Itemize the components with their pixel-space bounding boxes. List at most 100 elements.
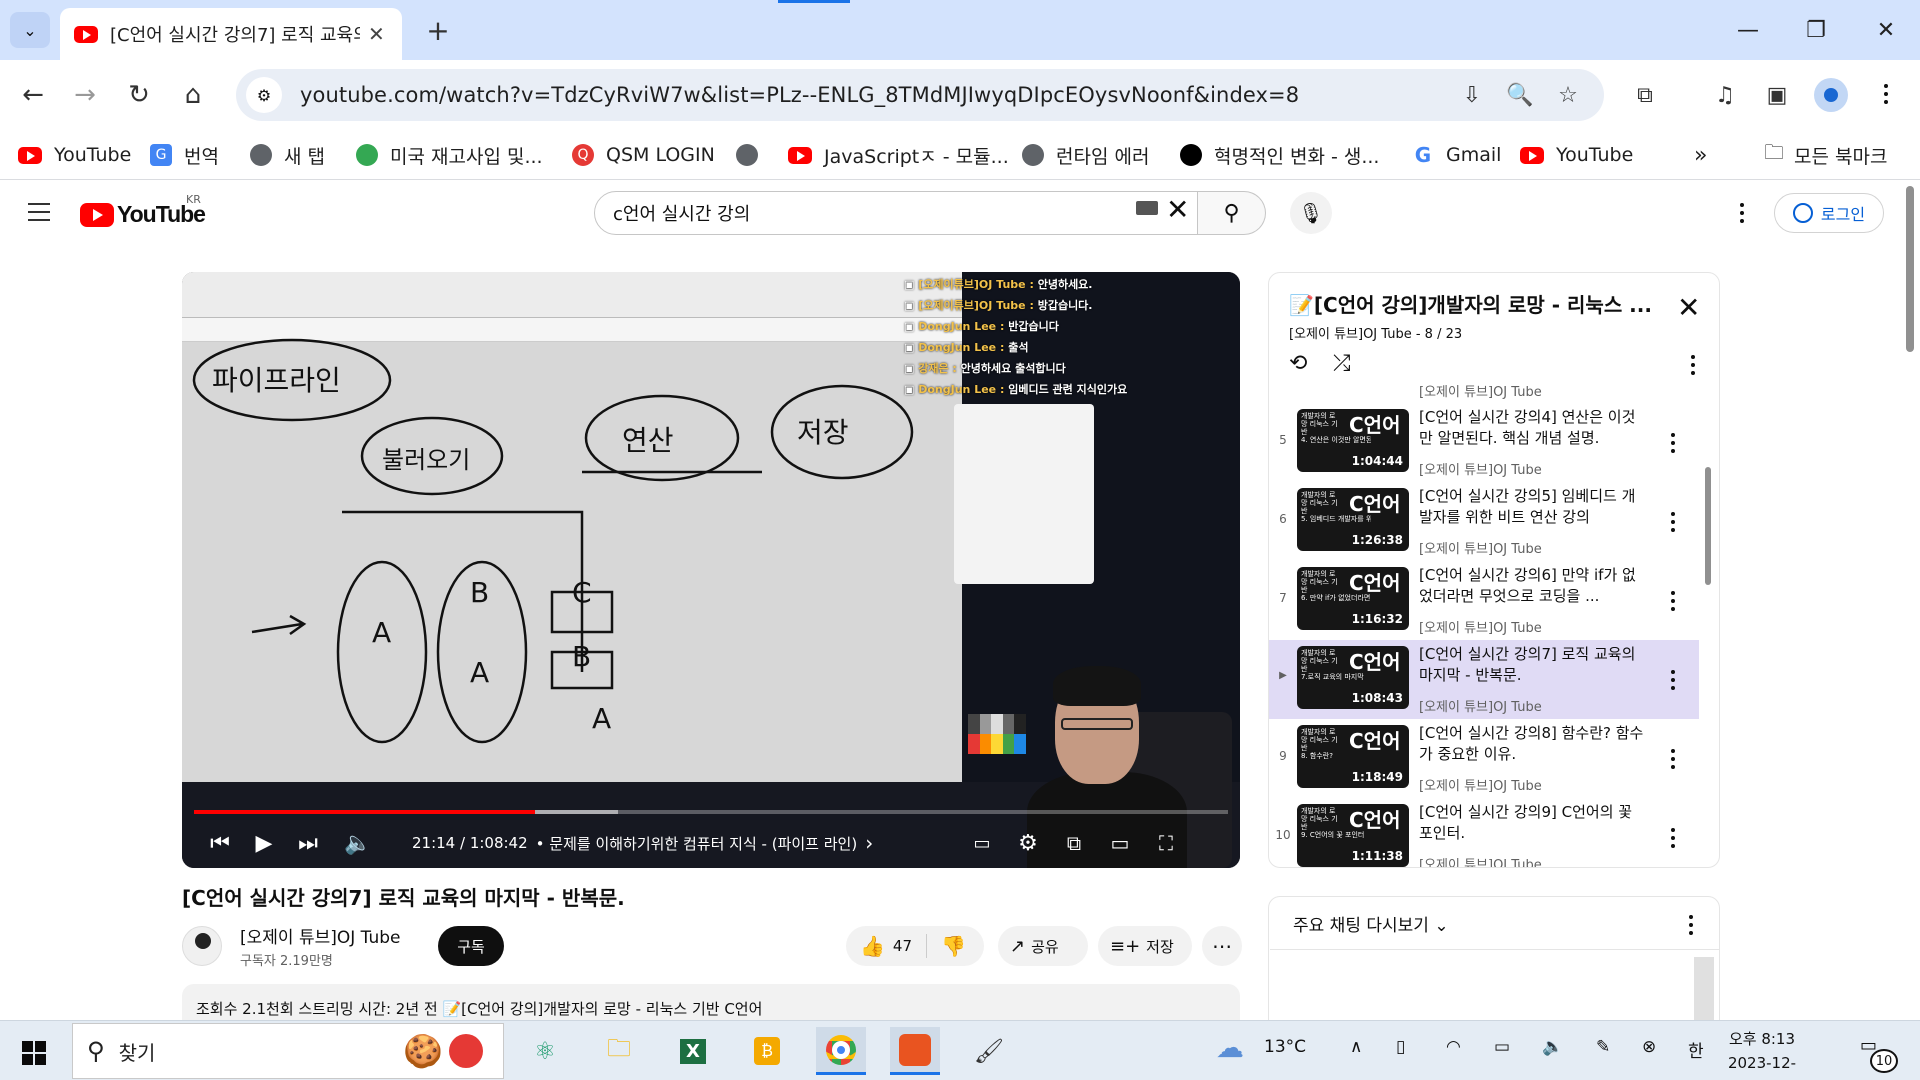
chrome-icon[interactable] — [816, 1027, 866, 1075]
zoom-icon[interactable]: 🔍 — [1502, 77, 1538, 113]
bookmark-globe[interactable] — [736, 130, 770, 180]
tray-chevron-icon[interactable]: ∧ — [1350, 1037, 1362, 1057]
address-bar[interactable]: ⚙ youtube.com/watch?v=TdzCyRviW7w&list=P… — [236, 69, 1604, 121]
install-app-icon[interactable]: ⇩ — [1454, 77, 1490, 113]
item-menu-icon[interactable] — [1661, 826, 1685, 850]
keyboard-icon[interactable] — [1136, 201, 1158, 215]
active-tab[interactable]: [C언어 실시간 강의7] 로직 교육의 마지막 ✕ — [60, 8, 402, 60]
playlist-item-current[interactable]: ▶ 개발자의 로망 리눅스 기반 C언어 7.로직 교육의 마지막 1:08:43 … — [1269, 640, 1699, 719]
paint-app-icon[interactable]: 🖌 — [964, 1027, 1014, 1075]
notes-app-icon[interactable]: ₿ — [742, 1027, 792, 1075]
blocked-icon[interactable]: ⊗ — [1642, 1037, 1656, 1057]
wifi-icon[interactable]: ◠ — [1446, 1037, 1461, 1057]
item-menu-icon[interactable] — [1661, 431, 1685, 455]
page-scrollbar[interactable] — [1906, 186, 1914, 352]
item-menu-icon[interactable] — [1661, 589, 1685, 613]
playlist-item[interactable]: 6 개발자의 로망 리눅스 기반 C언어 5. 임베디드 개발자를 위한 1:26:… — [1269, 482, 1699, 561]
play-button[interactable]: ▶ — [248, 826, 280, 860]
bookmark-star-icon[interactable]: ☆ — [1550, 77, 1586, 113]
bookmark-qsm-login[interactable]: Q QSM LOGIN — [572, 130, 715, 180]
file-explorer-icon[interactable]: 🗀 — [594, 1027, 644, 1075]
item-menu-icon[interactable] — [1661, 747, 1685, 771]
pen-icon[interactable]: ✎ — [1596, 1037, 1610, 1057]
more-bookmarks-button[interactable]: » — [1694, 130, 1707, 180]
volume-icon[interactable]: 🔈 — [1542, 1037, 1563, 1057]
channel-name[interactable]: [오제이 튜브]OJ Tube — [240, 923, 401, 948]
save-button[interactable]: ≡+ 저장 — [1098, 926, 1192, 966]
description-box[interactable]: 조회수 2.1천회 스트리밍 시간: 2년 전 📝[C언어 강의]개발자의 로망… — [182, 984, 1240, 1024]
reload-button[interactable]: ↻ — [120, 76, 158, 114]
next-button[interactable]: ⏭ — [292, 826, 324, 860]
share-button[interactable]: ↗ 공유 — [998, 926, 1088, 966]
back-button[interactable]: ← — [14, 76, 52, 114]
minimize-button[interactable]: — — [1728, 14, 1768, 46]
ime-indicator[interactable]: 한 — [1688, 1037, 1704, 1062]
fullscreen-button[interactable]: ⛶ — [1150, 826, 1182, 860]
like-count[interactable]: 47 — [893, 937, 912, 955]
playlist-item[interactable]: 7 개발자의 로망 리눅스 기반 C언어 6. 만약 if가 없었더라면 1:16:… — [1269, 561, 1699, 640]
item-menu-icon[interactable] — [1661, 510, 1685, 534]
taskbar-search[interactable]: ⚲ 찾기 🍪 — [72, 1023, 504, 1079]
media-control-icon[interactable]: ♫ — [1706, 76, 1744, 114]
login-button[interactable]: 로그인 — [1774, 193, 1884, 233]
weather-icon[interactable]: ☁ — [1216, 1031, 1244, 1064]
close-window-button[interactable]: ✕ — [1866, 14, 1906, 46]
dislike-icon[interactable]: 👎 — [941, 934, 966, 958]
new-tab-button[interactable]: + — [418, 12, 458, 48]
playlist-title[interactable]: 📝[C언어 강의]개발자의 로망 - 리눅스 ... — [1289, 289, 1659, 318]
tab-search-button[interactable]: ⌄ — [10, 12, 50, 48]
excel-icon[interactable]: X — [668, 1027, 718, 1075]
playlist-item[interactable]: 5 개발자의 로망 리눅스 기반 C언어 4. 연산은 이것만 알면된다 1:04:… — [1269, 403, 1699, 482]
item-menu-icon[interactable] — [1661, 668, 1685, 692]
home-button[interactable]: ⌂ — [174, 76, 212, 114]
profile-avatar[interactable] — [1814, 78, 1848, 112]
playlist-item[interactable]: 10 개발자의 로망 리눅스 기반 C언어 9. C언어의 꽃 포인터 1:11:3… — [1269, 798, 1699, 867]
clear-search-icon[interactable]: ✕ — [1166, 193, 1189, 226]
voice-search-button[interactable]: 🎙 — [1290, 192, 1332, 234]
restore-button[interactable]: ❐ — [1796, 14, 1836, 46]
close-playlist-icon[interactable]: ✕ — [1677, 291, 1700, 324]
more-actions-button[interactable]: ⋯ — [1202, 926, 1242, 966]
chat-replay-toggle[interactable]: 주요 채팅 다시보기 ⌄ — [1293, 911, 1449, 936]
browser-menu-icon[interactable] — [1874, 82, 1898, 106]
system-clock[interactable]: 오후 8:13 2023-12-08 — [1724, 1027, 1800, 1080]
search-button[interactable]: ⚲ — [1198, 191, 1266, 235]
playlist-item[interactable]: 9 개발자의 로망 리눅스 기반 C언어 8. 함수란? 1:18:49 [C언어 … — [1269, 719, 1699, 798]
settings-menu-icon[interactable] — [1730, 201, 1754, 225]
bookmark-gmail[interactable]: G Gmail — [1412, 130, 1502, 180]
progress-bar[interactable] — [194, 810, 1228, 814]
shuffle-icon[interactable]: ⤮ — [1333, 351, 1351, 376]
subscribe-button[interactable]: 구독 — [438, 926, 504, 966]
volume-icon[interactable]: 🔈 — [342, 826, 374, 860]
bookmark-us-stock[interactable]: 미국 재고사입 및... — [356, 130, 543, 180]
video-player[interactable]: 파이프라인 불러오기 연산 저장 A B C A B A ▣ [오제이튜브]OJ… — [182, 272, 1240, 868]
bookmark-runtime-error[interactable]: 런타임 에러 — [1022, 130, 1149, 180]
atom-app-icon[interactable]: ⚛ — [520, 1027, 570, 1075]
close-tab-icon[interactable]: ✕ — [368, 22, 385, 46]
menu-icon[interactable] — [28, 203, 50, 221]
search-input[interactable]: c언어 실시간 강의 — [594, 191, 1198, 235]
chapter-arrow-icon[interactable]: › — [865, 831, 873, 855]
subtitles-button[interactable]: ▭ — [966, 826, 998, 860]
bookmark-new-tab[interactable]: 새 탭 — [250, 130, 325, 180]
channel-avatar[interactable] — [182, 926, 222, 966]
site-info-icon[interactable]: ⚙ — [246, 77, 282, 113]
like-icon[interactable]: 👍 — [860, 934, 885, 958]
miniplayer-button[interactable]: ⧉ — [1058, 826, 1090, 860]
start-button[interactable] — [22, 1041, 46, 1065]
side-panel-icon[interactable]: ▣ — [1758, 76, 1796, 114]
ubuntu-app-icon[interactable] — [890, 1027, 940, 1075]
playlist-menu-icon[interactable] — [1681, 353, 1705, 377]
forward-button[interactable]: → — [66, 76, 104, 114]
settings-gear-icon[interactable]: ⚙ — [1012, 826, 1044, 860]
extensions-icon[interactable]: ⧉ — [1626, 76, 1664, 114]
all-bookmarks-button[interactable]: 🗀 모든 북마크 — [1764, 130, 1887, 180]
playlist-scrollbar[interactable] — [1705, 467, 1711, 585]
bookmark-youtube-2[interactable]: YouTube — [1520, 130, 1633, 180]
theater-mode-button[interactable]: ▭ — [1104, 826, 1136, 860]
weather-temp[interactable]: 13°C — [1264, 1037, 1306, 1057]
battery-icon[interactable]: ▭ — [1494, 1037, 1510, 1057]
chapter-title[interactable]: • 문제를 이해하기위한 컴퓨터 지식 - (파이프 라인) — [536, 833, 858, 854]
bookmark-translate[interactable]: G 번역 — [150, 130, 219, 180]
bookmark-youtube[interactable]: YouTube — [18, 130, 131, 180]
